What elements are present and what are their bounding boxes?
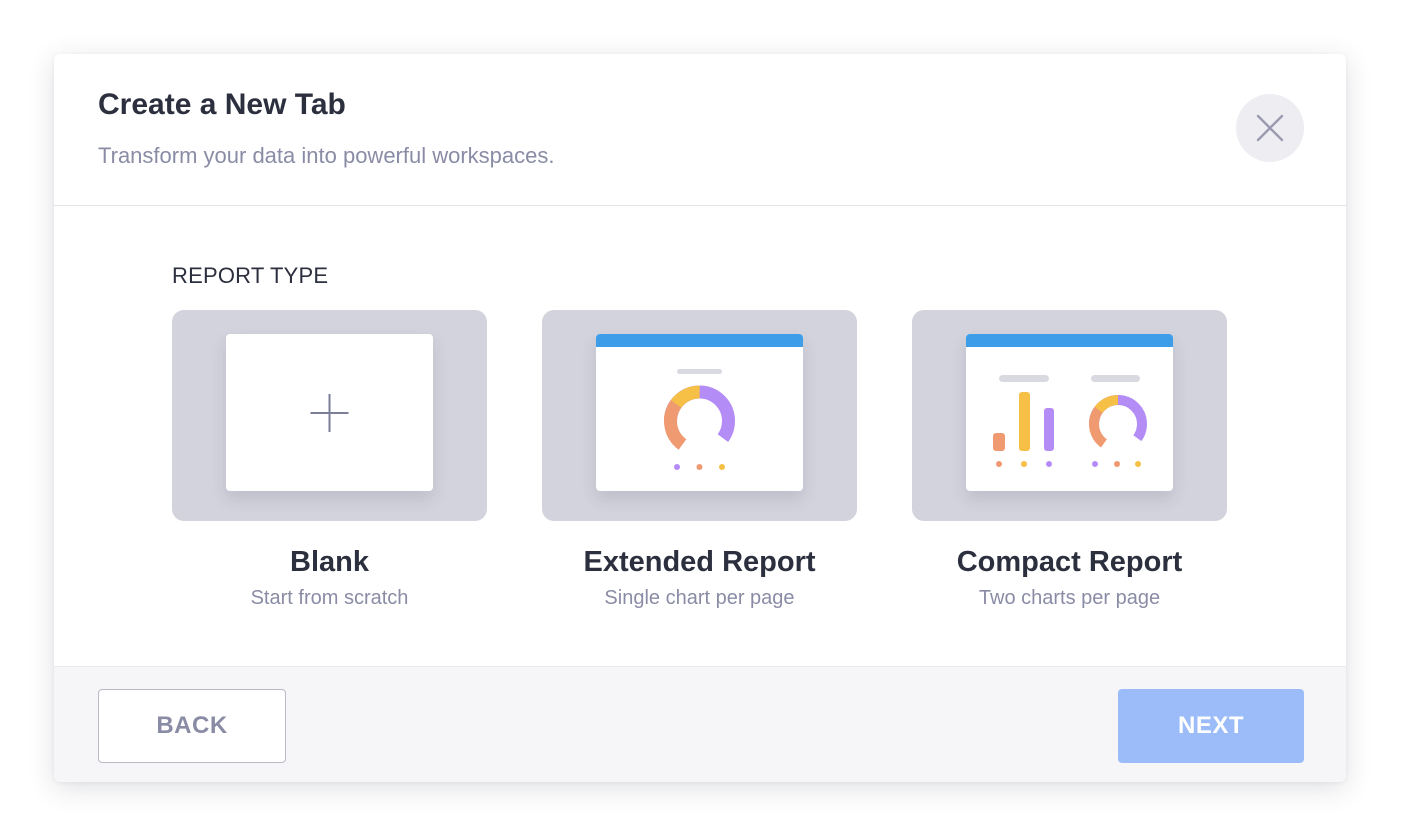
next-button[interactable]: NEXT — [1118, 689, 1304, 763]
single-chart-preview-icon — [596, 334, 803, 470]
back-button[interactable]: BACK — [98, 689, 286, 763]
card-thumbnail — [172, 310, 487, 521]
report-type-card-extended[interactable]: Extended Report Single chart per page — [542, 310, 857, 610]
close-button[interactable] — [1236, 94, 1304, 162]
dialog-footer: BACK NEXT — [54, 666, 1346, 782]
card-title: Compact Report — [956, 546, 1183, 578]
report-type-card-blank[interactable]: Blank Start from scratch — [172, 310, 487, 610]
close-icon — [1256, 114, 1284, 142]
report-type-card-compact[interactable]: Compact Report Two charts per page — [912, 310, 1227, 610]
compact-page-preview — [966, 334, 1173, 491]
card-thumbnail — [912, 310, 1227, 521]
dialog-header: Create a New Tab Transform your data int… — [54, 54, 1346, 206]
card-description: Single chart per page — [604, 587, 795, 609]
dialog-subtitle: Transform your data into powerful worksp… — [98, 143, 555, 168]
card-title: Blank — [290, 546, 369, 578]
card-description: Start from scratch — [250, 587, 409, 609]
blank-page-preview — [226, 334, 433, 491]
create-tab-dialog: Create a New Tab Transform your data int… — [54, 54, 1346, 782]
card-title: Extended Report — [583, 546, 816, 578]
two-charts-preview-icon — [966, 334, 1173, 467]
report-type-label: REPORT TYPE — [172, 263, 329, 288]
dialog-title: Create a New Tab — [98, 88, 346, 121]
card-description: Two charts per page — [978, 587, 1161, 609]
plus-icon — [310, 394, 349, 432]
extended-page-preview — [596, 334, 803, 491]
card-thumbnail — [542, 310, 857, 521]
